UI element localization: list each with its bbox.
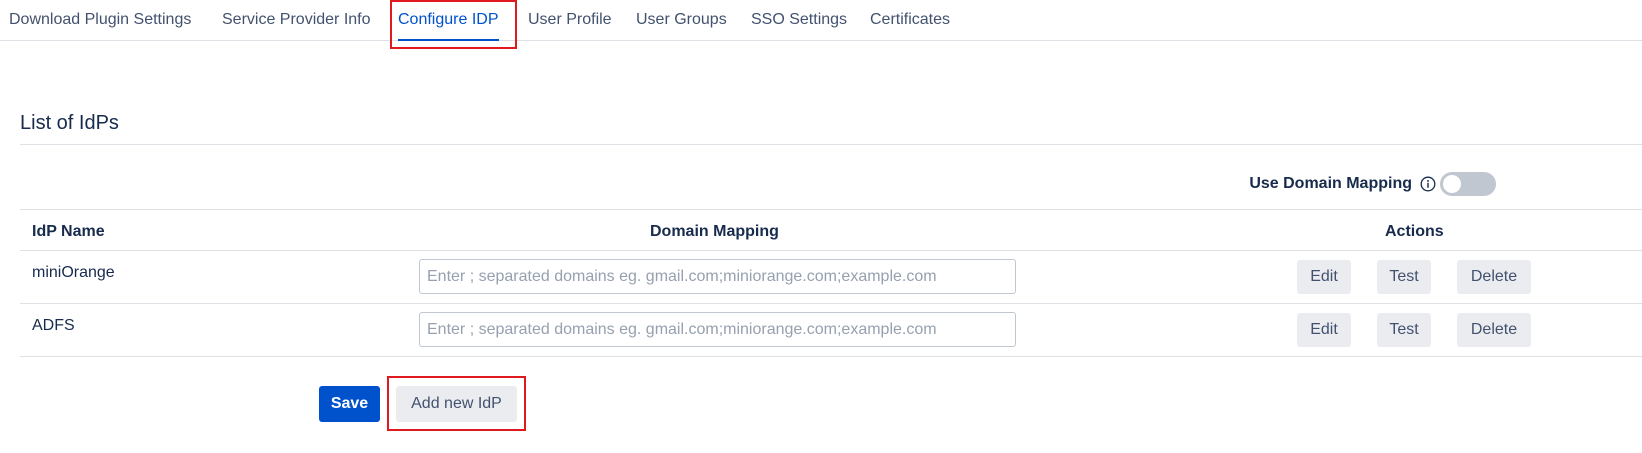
info-icon[interactable] (1420, 176, 1436, 192)
delete-button[interactable]: Delete (1457, 260, 1531, 294)
tab-service-provider-info[interactable]: Service Provider Info (222, 10, 371, 34)
top-nav-tabs: Download Plugin Settings Service Provide… (0, 0, 1642, 41)
domain-mapping-toggle[interactable] (1440, 172, 1496, 196)
section-title: List of IdPs (20, 112, 119, 134)
tab-sso-settings[interactable]: SSO Settings (751, 10, 847, 34)
section-divider (20, 144, 1642, 145)
add-new-idp-button[interactable]: Add new IdP (396, 386, 517, 422)
domain-mapping-input[interactable] (419, 259, 1016, 294)
page: Download Plugin Settings Service Provide… (0, 0, 1642, 453)
toggle-knob (1443, 175, 1461, 193)
table-header-row: IdP Name Domain Mapping Actions (20, 209, 1642, 250)
delete-button[interactable]: Delete (1457, 313, 1531, 347)
edit-button[interactable]: Edit (1297, 313, 1351, 347)
idp-name: miniOrange (32, 264, 115, 281)
save-button[interactable]: Save (319, 386, 380, 422)
tab-user-profile[interactable]: User Profile (528, 10, 612, 34)
tab-configure-idp[interactable]: Configure IDP (398, 10, 499, 41)
test-button[interactable]: Test (1377, 260, 1431, 294)
tab-certificates[interactable]: Certificates (870, 10, 950, 34)
domain-mapping-toggle-label: Use Domain Mapping (1249, 175, 1412, 192)
idp-table: IdP Name Domain Mapping Actions miniOran… (20, 209, 1642, 357)
tab-user-groups[interactable]: User Groups (636, 10, 727, 34)
header-domain-mapping: Domain Mapping (650, 223, 779, 240)
idp-name: ADFS (32, 317, 75, 334)
edit-button[interactable]: Edit (1297, 260, 1351, 294)
table-row: ADFS Edit Test Delete (20, 303, 1642, 357)
header-actions: Actions (1385, 223, 1444, 240)
domain-mapping-toggle-row: Use Domain Mapping (1249, 171, 1496, 197)
domain-mapping-input[interactable] (419, 312, 1016, 347)
header-idp-name: IdP Name (32, 223, 105, 240)
table-row: miniOrange Edit Test Delete (20, 250, 1642, 303)
tab-download-plugin-settings[interactable]: Download Plugin Settings (9, 10, 191, 34)
test-button[interactable]: Test (1377, 313, 1431, 347)
